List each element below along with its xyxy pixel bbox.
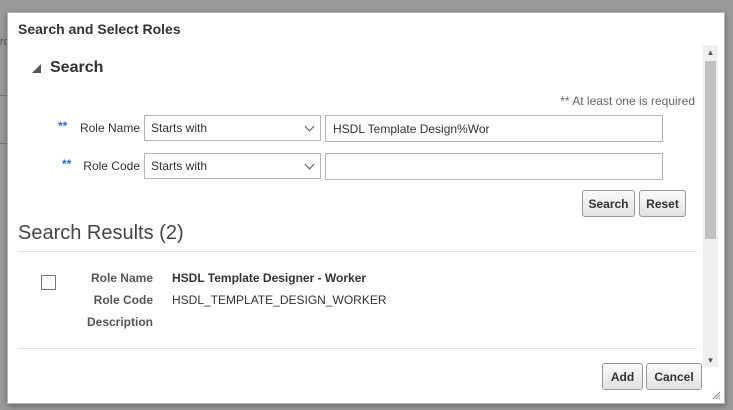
required-note: ** At least one is required bbox=[560, 94, 695, 108]
result-role-code-label: Role Code bbox=[93, 293, 153, 307]
chevron-down-icon bbox=[304, 159, 315, 170]
add-button[interactable]: Add bbox=[602, 363, 643, 390]
required-mark: ** bbox=[58, 119, 68, 133]
dialog-content: Search ** At least one is required ** Ro… bbox=[8, 45, 703, 367]
scroll-up-arrow-icon[interactable]: ▲ bbox=[703, 45, 718, 59]
results-divider bbox=[18, 348, 697, 349]
result-role-name: HSDL Template Designer - Worker bbox=[172, 271, 367, 285]
resize-grip-icon[interactable] bbox=[711, 390, 721, 400]
role-code-label: Role Code bbox=[83, 159, 140, 173]
role-name-row: ** Role Name Starts with bbox=[8, 115, 703, 143]
vertical-scrollbar[interactable]: ▲ ▼ bbox=[703, 45, 718, 367]
dialog-title: Search and Select Roles bbox=[18, 21, 181, 37]
chevron-down-icon bbox=[304, 121, 315, 132]
search-select-roles-dialog: Search and Select Roles Search ** At lea… bbox=[7, 12, 725, 404]
role-name-operator-value: Starts with bbox=[151, 121, 208, 135]
scroll-down-arrow-icon[interactable]: ▼ bbox=[703, 353, 718, 367]
cancel-button[interactable]: Cancel bbox=[646, 363, 702, 390]
search-button[interactable]: Search bbox=[582, 190, 635, 217]
role-code-input[interactable] bbox=[325, 153, 663, 180]
search-results-header: Search Results (2) bbox=[18, 222, 184, 244]
required-mark: ** bbox=[62, 157, 72, 171]
search-section-toggle[interactable]: Search bbox=[32, 59, 103, 77]
result-role-name-label: Role Name bbox=[90, 271, 153, 285]
result-role-code: HSDL_TEMPLATE_DESIGN_WORKER bbox=[172, 293, 387, 307]
reset-button[interactable]: Reset bbox=[639, 190, 686, 217]
role-name-input[interactable] bbox=[325, 115, 663, 142]
result-select-checkbox[interactable] bbox=[41, 275, 56, 290]
results-divider bbox=[18, 251, 697, 252]
collapse-triangle-icon[interactable] bbox=[32, 63, 41, 73]
result-description-label: Description bbox=[86, 315, 153, 329]
role-name-label: Role Name bbox=[79, 121, 140, 135]
scroll-thumb[interactable] bbox=[705, 61, 716, 239]
role-code-operator-value: Starts with bbox=[151, 159, 208, 173]
role-code-row: ** Role Code Starts with bbox=[8, 153, 703, 181]
search-section-title: Search bbox=[50, 59, 104, 76]
role-code-operator-select[interactable]: Starts with bbox=[144, 153, 321, 179]
role-name-operator-select[interactable]: Starts with bbox=[144, 115, 321, 141]
